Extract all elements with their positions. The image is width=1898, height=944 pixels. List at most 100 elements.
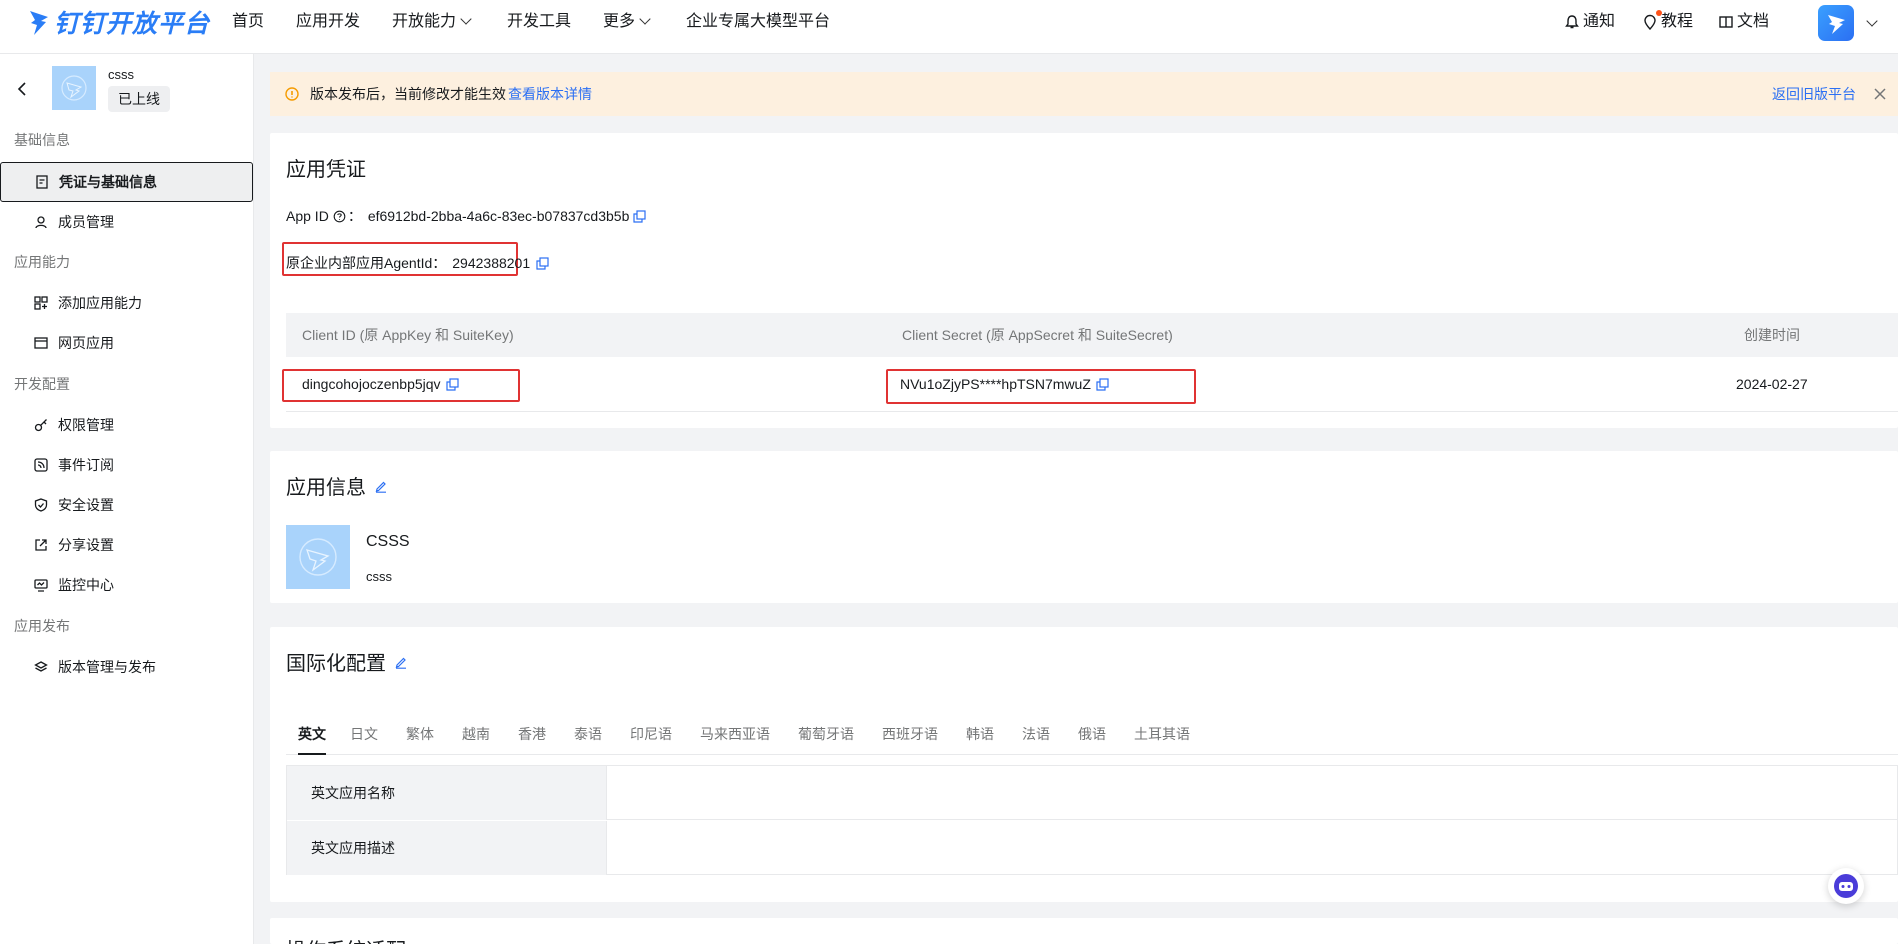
chevron-down-icon bbox=[460, 13, 472, 25]
edit-icon[interactable] bbox=[374, 479, 388, 493]
certificate-icon bbox=[36, 175, 48, 189]
tab-english[interactable]: 英文 bbox=[298, 713, 326, 755]
tab-vietnamese[interactable]: 越南 bbox=[462, 713, 490, 755]
nav-app-dev[interactable]: 应用开发 bbox=[296, 0, 360, 44]
sidebar-item-monitor[interactable]: 监控中心 bbox=[0, 565, 254, 605]
notify-button[interactable]: 通知 bbox=[1564, 0, 1615, 44]
col-client-secret: Client Secret (原 AppSecret 和 SuiteSecret… bbox=[902, 327, 1173, 343]
edit-icon[interactable] bbox=[394, 655, 408, 669]
docs-label: 文档 bbox=[1737, 13, 1770, 30]
tab-indonesian[interactable]: 印尼语 bbox=[630, 713, 672, 755]
tab-french[interactable]: 法语 bbox=[1022, 713, 1050, 755]
nav-more[interactable]: 更多 bbox=[603, 0, 651, 44]
i18n-title: 国际化配置 bbox=[286, 647, 408, 676]
shield-icon bbox=[34, 498, 48, 512]
sidebar-item-events[interactable]: 事件订阅 bbox=[0, 445, 254, 485]
browser-icon bbox=[34, 337, 48, 349]
tab-thai[interactable]: 泰语 bbox=[574, 713, 602, 755]
tab-traditional[interactable]: 繁体 bbox=[406, 713, 434, 755]
sidebar-item-permissions[interactable]: 权限管理 bbox=[0, 405, 254, 445]
brand-logo[interactable]: 钉钉开放平台 bbox=[28, 2, 210, 42]
nav-more-label: 更多 bbox=[603, 13, 636, 30]
i18n-card: 国际化配置 英文 日文 繁体 越南 香港 泰语 印尼语 马来西亚语 葡萄牙语 西… bbox=[270, 627, 1898, 902]
agent-id-row: 原企业内部应用AgentId： 2942388201 bbox=[286, 253, 549, 273]
copy-icon[interactable] bbox=[536, 256, 549, 270]
app-id-row: App ID ： ef6912bd-2bba-4a6c-83ec-b07837c… bbox=[286, 206, 646, 226]
nav-llm-platform[interactable]: 企业专属大模型平台 bbox=[686, 0, 830, 44]
tab-turkish[interactable]: 土耳其语 bbox=[1134, 713, 1190, 755]
app-name: CSSS bbox=[366, 533, 410, 550]
client-secret-highlight bbox=[886, 369, 1196, 404]
sidebar-item-label: 监控中心 bbox=[58, 577, 114, 593]
tab-hongkong[interactable]: 香港 bbox=[518, 713, 546, 755]
colon-separator: ： bbox=[347, 208, 362, 224]
tab-spanish[interactable]: 西班牙语 bbox=[882, 713, 938, 755]
english-name-label: 英文应用名称 bbox=[287, 766, 607, 820]
tab-malay[interactable]: 马来西亚语 bbox=[700, 713, 770, 755]
close-icon[interactable] bbox=[1874, 88, 1886, 100]
new-badge-dot bbox=[1656, 10, 1662, 16]
book-icon bbox=[1719, 16, 1733, 28]
key-icon bbox=[34, 419, 47, 432]
sidebar-item-label: 事件订阅 bbox=[58, 457, 114, 473]
sidebar-item-security[interactable]: 安全设置 bbox=[0, 485, 254, 525]
nav-dev-tools[interactable]: 开发工具 bbox=[507, 0, 571, 44]
copy-icon[interactable] bbox=[633, 209, 646, 223]
user-icon bbox=[35, 216, 47, 229]
dingtalk-avatar-icon bbox=[1828, 15, 1845, 34]
sidebar-item-share[interactable]: 分享设置 bbox=[0, 525, 254, 565]
sidebar-item-label: 权限管理 bbox=[58, 417, 114, 433]
tab-japanese[interactable]: 日文 bbox=[350, 713, 378, 755]
tutorial-button[interactable]: 教程 bbox=[1642, 0, 1693, 44]
sidebar-item-label: 分享设置 bbox=[58, 537, 114, 553]
view-version-link[interactable]: 查看版本详情 bbox=[508, 84, 592, 104]
user-menu-chevron-icon[interactable] bbox=[1866, 15, 1878, 27]
chevron-down-icon bbox=[639, 13, 651, 25]
nav-open-ability[interactable]: 开放能力 bbox=[392, 0, 472, 44]
sidebar-item-label: 添加应用能力 bbox=[58, 295, 142, 311]
top-navbar: 钉钉开放平台 首页 应用开发 开放能力 开发工具 更多 企业专属大模型平台 通知… bbox=[0, 0, 1898, 54]
sidebar-item-web-app[interactable]: 网页应用 bbox=[0, 323, 254, 363]
language-tabs: 英文 日文 繁体 越南 香港 泰语 印尼语 马来西亚语 葡萄牙语 西班牙语 韩语… bbox=[286, 713, 1898, 755]
status-badge: 已上线 bbox=[108, 86, 170, 112]
sidebar-item-label: 安全设置 bbox=[58, 497, 114, 513]
docs-button[interactable]: 文档 bbox=[1718, 0, 1769, 44]
share-icon bbox=[35, 539, 47, 551]
sidebar-item-members[interactable]: 成员管理 bbox=[0, 202, 254, 242]
user-avatar[interactable] bbox=[1818, 5, 1854, 41]
group-dev: 开发配置 bbox=[14, 376, 70, 392]
info-circle-icon bbox=[285, 87, 299, 101]
assistant-float-button[interactable] bbox=[1828, 868, 1864, 904]
notice-bar: 版本发布后，当前修改才能生效 查看版本详情 返回旧版平台 bbox=[270, 72, 1898, 116]
sidebar-item-versions[interactable]: 版本管理与发布 bbox=[0, 647, 254, 687]
app-info-card: 应用信息 CSSS csss bbox=[270, 451, 1898, 603]
english-desc-label: 英文应用描述 bbox=[287, 821, 607, 875]
notice-text: 版本发布后，当前修改才能生效 bbox=[310, 86, 506, 102]
dingtalk-logo-icon bbox=[30, 11, 48, 35]
monitor-icon bbox=[34, 579, 48, 592]
app-icon-preview bbox=[286, 525, 350, 589]
back-arrow-icon[interactable] bbox=[16, 82, 28, 96]
col-client-id: Client ID (原 AppKey 和 SuiteKey) bbox=[302, 327, 514, 343]
app-info-title-text: 应用信息 bbox=[286, 477, 366, 499]
bell-icon bbox=[1565, 15, 1579, 29]
app-description: csss bbox=[366, 569, 392, 584]
app-logo-placeholder-icon bbox=[61, 75, 87, 101]
nav-home[interactable]: 首页 bbox=[232, 0, 264, 44]
os-adapt-title: 操作系统适配 bbox=[286, 934, 406, 944]
app-id-value: ef6912bd-2bba-4a6c-83ec-b07837cd3b5b bbox=[367, 208, 630, 224]
tab-korean[interactable]: 韩语 bbox=[966, 713, 994, 755]
tab-russian[interactable]: 俄语 bbox=[1078, 713, 1106, 755]
tutorial-label: 教程 bbox=[1661, 13, 1694, 30]
app-thumbnail bbox=[52, 66, 96, 110]
i18n-table: 英文应用名称 英文应用描述 bbox=[286, 765, 1898, 875]
back-old-platform-link[interactable]: 返回旧版平台 bbox=[1772, 72, 1856, 116]
group-publish: 应用发布 bbox=[14, 618, 70, 634]
sidebar-item-add-ability[interactable]: 添加应用能力 bbox=[0, 283, 254, 323]
sidebar-item-credentials[interactable]: 凭证与基础信息 bbox=[0, 162, 253, 202]
tab-portuguese[interactable]: 葡萄牙语 bbox=[798, 713, 854, 755]
credentials-card: 应用凭证 App ID ： ef6912bd-2bba-4a6c-83ec-b0… bbox=[270, 133, 1898, 428]
help-circle-icon[interactable] bbox=[333, 210, 346, 223]
group-basic: 基础信息 bbox=[14, 132, 70, 148]
sidebar-item-label: 凭证与基础信息 bbox=[59, 174, 157, 190]
